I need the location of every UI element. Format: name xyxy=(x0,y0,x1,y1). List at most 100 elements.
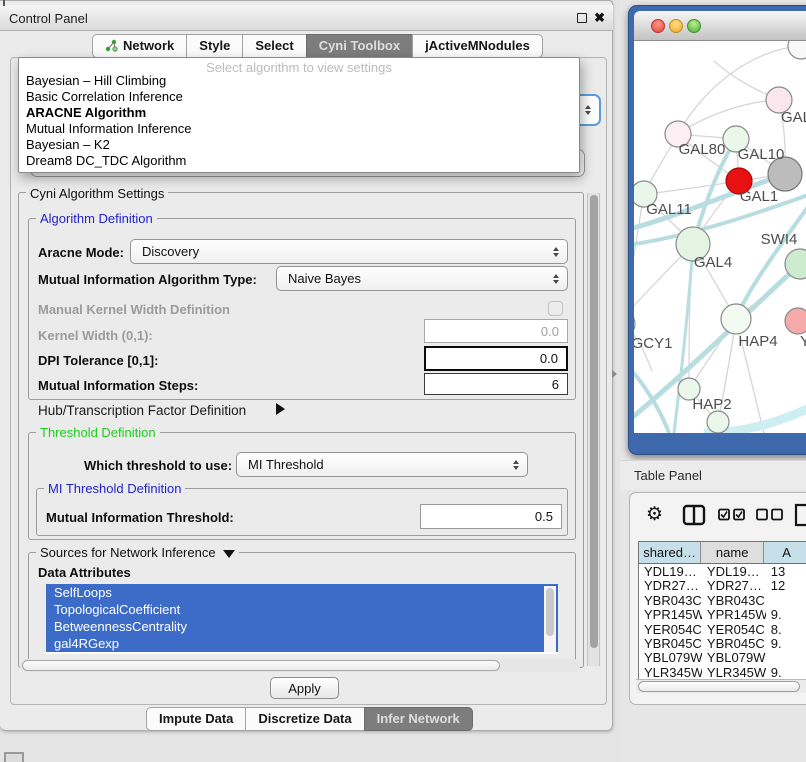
algorithm-dropdown[interactable]: Select algorithm to view settings Bayesi… xyxy=(18,57,580,173)
tab-label: jActiveMNodules xyxy=(425,38,530,53)
network-edge[interactable] xyxy=(674,244,693,433)
algorithm-option[interactable]: Dream8 DC_TDC Algorithm xyxy=(19,153,579,169)
network-node-label: GAL4 xyxy=(694,254,732,271)
scrollbar-thumb[interactable] xyxy=(22,660,500,671)
scrollbar-thumb[interactable] xyxy=(638,681,800,692)
table-cell: 12 xyxy=(766,578,806,592)
table-body[interactable]: YDL19…YDL19…13YDR27…YDR27…12YBR043CYBR04… xyxy=(638,564,806,680)
scrollbar-thumb[interactable] xyxy=(590,195,598,648)
control-panel-titlebar[interactable]: Control Panel ✖ xyxy=(0,5,613,31)
network-node-label: GAL xyxy=(781,109,806,126)
network-node[interactable] xyxy=(634,311,635,337)
unselect-all-columns-icon[interactable] xyxy=(756,508,784,521)
close-traffic-light-icon[interactable] xyxy=(651,19,665,33)
network-node-label: GCY1 xyxy=(634,335,672,352)
table-row[interactable]: YER054CYER054C8. xyxy=(639,622,806,636)
tab-style[interactable]: Style xyxy=(186,34,243,58)
settings-horizontal-scrollbar[interactable] xyxy=(20,659,580,672)
network-edge[interactable] xyxy=(644,181,739,194)
scrollbar-thumb[interactable] xyxy=(546,588,554,636)
tab-infer-network[interactable]: Infer Network xyxy=(364,707,473,731)
apply-button[interactable]: Apply xyxy=(270,677,339,699)
tab-jactivemnodules[interactable]: jActiveMNodules xyxy=(412,34,543,58)
aracne-mode-combobox[interactable]: Discovery xyxy=(130,239,568,264)
tab-discretize-data[interactable]: Discretize Data xyxy=(245,707,364,731)
attribute-list-item[interactable]: SelfLoops xyxy=(46,584,558,601)
attribute-list-item[interactable]: gal4RGexp xyxy=(46,635,558,652)
dpi-tolerance-input[interactable]: 0.0 xyxy=(424,346,568,371)
kernel-width-input[interactable]: 0.0 xyxy=(424,319,568,343)
close-icon[interactable]: ✖ xyxy=(594,10,605,26)
settings-vertical-scrollbar[interactable] xyxy=(587,193,600,666)
table-row[interactable]: YDL19…YDL19…13 xyxy=(639,564,806,578)
algorithm-option[interactable]: ARACNE Algorithm xyxy=(19,105,579,121)
tab-select[interactable]: Select xyxy=(242,34,306,58)
collapsed-panel-button[interactable] xyxy=(4,752,24,762)
table-cell: YPR145W xyxy=(639,607,702,621)
table-cell: YDL19… xyxy=(639,564,702,578)
gear-icon[interactable]: ⚙ xyxy=(646,503,663,527)
table-cell: 9. xyxy=(766,636,806,650)
network-edge[interactable] xyxy=(634,194,644,331)
table-cell: YLR345W xyxy=(702,665,766,679)
network-node[interactable] xyxy=(707,411,729,433)
network-node[interactable] xyxy=(788,41,806,59)
network-window-titlebar[interactable] xyxy=(634,11,806,41)
network-node-label: Y xyxy=(800,333,806,350)
expander-expanded-icon[interactable] xyxy=(223,550,235,558)
control-panel-tabs: Network Style Select Cyni Toolbox jActiv… xyxy=(92,34,543,58)
table-cell: 9. xyxy=(766,607,806,621)
algorithm-option[interactable]: Basic Correlation Inference xyxy=(19,89,579,105)
table-toolbar: ⚙ xyxy=(630,501,806,531)
mi-algorithm-type-combobox[interactable]: Naive Bayes xyxy=(276,266,568,291)
group-title: Threshold Definition xyxy=(36,425,160,440)
table-panel-card: ⚙ xyxy=(629,492,806,705)
pane-divider-grip[interactable] xyxy=(612,370,617,378)
algorithm-option[interactable]: Bayesian – Hill Climbing xyxy=(19,73,579,89)
node-table: shared… name A YDL19…YDL19…13YDR27…YDR27… xyxy=(638,541,806,680)
tab-network[interactable]: Network xyxy=(92,34,187,58)
algorithm-dropdown-list: Bayesian – Hill ClimbingBasic Correlatio… xyxy=(19,73,579,169)
table-row[interactable]: YPR145WYPR145W9. xyxy=(639,607,806,621)
float-window-icon[interactable] xyxy=(577,13,587,23)
column-layout-icon[interactable] xyxy=(682,503,706,527)
network-node[interactable] xyxy=(721,304,751,334)
column-header-shared-name[interactable]: shared… xyxy=(639,542,701,563)
attribute-list-scrollbar[interactable] xyxy=(544,586,556,652)
column-header-name[interactable]: name xyxy=(701,542,764,563)
sources-expander[interactable]: Sources for Network Inference xyxy=(36,545,239,560)
zoom-traffic-light-icon[interactable] xyxy=(687,19,701,33)
kernel-width-label: Kernel Width (0,1): xyxy=(38,328,153,343)
network-edge[interactable] xyxy=(634,361,669,433)
attribute-list-item[interactable]: BetweennessCentrality xyxy=(46,618,558,635)
hub-definition-expander-label[interactable]: Hub/Transcription Factor Definition xyxy=(38,403,246,418)
table-row[interactable]: YDR27…YDR27…12 xyxy=(639,578,806,592)
table-row[interactable]: YBR045CYBR045C9. xyxy=(639,636,806,650)
cyni-bottom-tabs: Impute Data Discretize Data Infer Networ… xyxy=(146,707,473,731)
algorithm-option[interactable]: Bayesian – K2 xyxy=(19,137,579,153)
data-attributes-list[interactable]: SelfLoopsTopologicalCoefficientBetweenne… xyxy=(46,584,558,654)
table-row[interactable]: YLR345WYLR345W9. xyxy=(639,665,806,679)
table-horizontal-scrollbar[interactable] xyxy=(636,679,806,693)
network-node[interactable] xyxy=(785,308,806,334)
mi-threshold-input[interactable]: 0.5 xyxy=(420,504,562,529)
network-canvas[interactable]: GALGAL80GAL10GAL1GAL11GAL4SWI4GCY1HAP4YH… xyxy=(634,41,806,433)
select-all-columns-icon[interactable] xyxy=(718,508,746,521)
stepper-arrows-icon xyxy=(553,274,559,284)
tab-impute-data[interactable]: Impute Data xyxy=(146,707,246,731)
table-row[interactable]: YBL079WYBL079W xyxy=(639,650,806,664)
minimize-traffic-light-icon[interactable] xyxy=(669,19,683,33)
which-threshold-combobox[interactable]: MI Threshold xyxy=(236,452,528,477)
network-node-label: GAL1 xyxy=(740,188,778,205)
expander-collapsed-icon[interactable] xyxy=(276,403,285,415)
mi-steps-input[interactable]: 6 xyxy=(424,373,568,395)
tab-cyni-toolbox[interactable]: Cyni Toolbox xyxy=(306,34,413,58)
column-header-clipped[interactable]: A xyxy=(764,542,806,563)
table-panel-titlebar[interactable]: Table Panel xyxy=(620,460,806,490)
document-icon[interactable] xyxy=(794,503,806,527)
table-row[interactable]: YBR043CYBR043C xyxy=(639,593,806,607)
algorithm-option[interactable]: Mutual Information Inference xyxy=(19,121,579,137)
network-graph[interactable]: GALGAL80GAL10GAL1GAL11GAL4SWI4GCY1HAP4YH… xyxy=(634,41,806,433)
attribute-list-item[interactable]: TopologicalCoefficient xyxy=(46,601,558,618)
manual-kernel-width-checkbox[interactable] xyxy=(548,301,563,316)
